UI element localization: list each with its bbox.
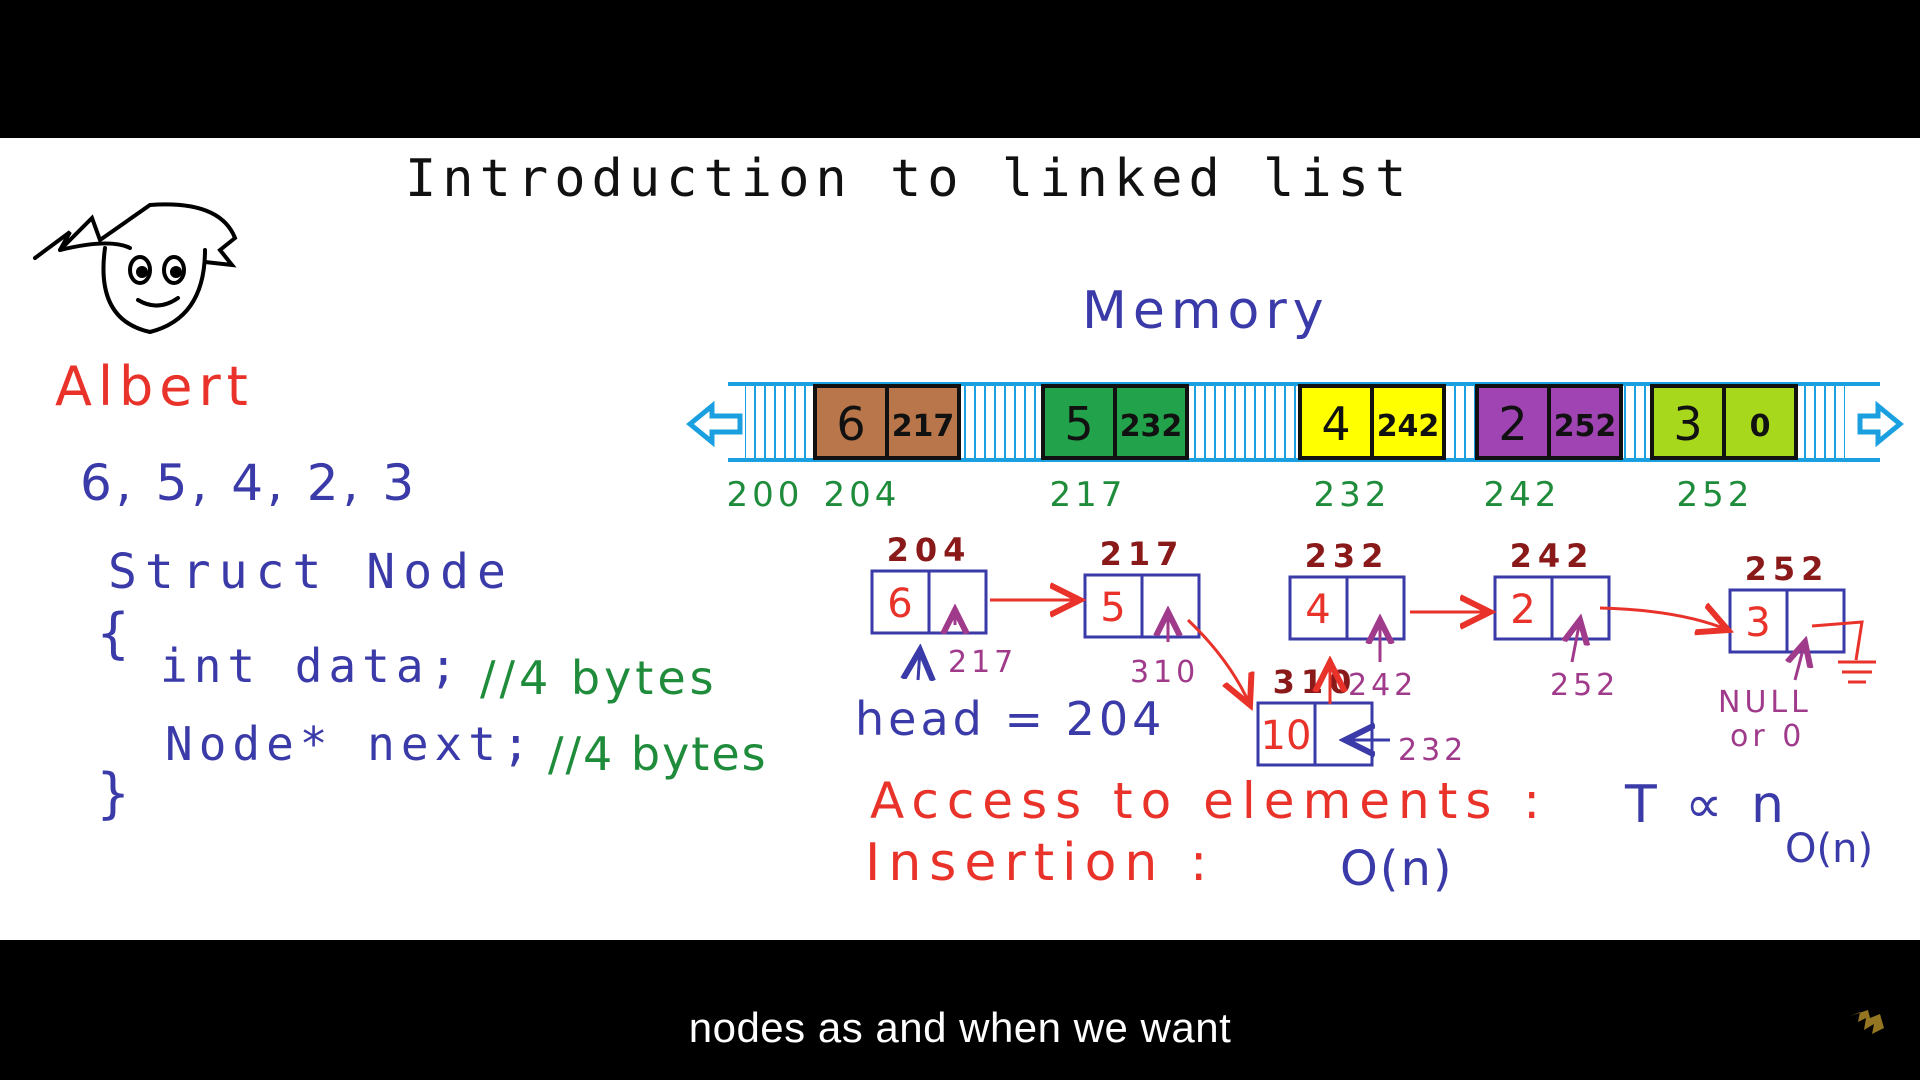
caption-text: nodes as and when we want	[678, 1000, 1242, 1056]
node-data: 4	[1305, 587, 1330, 633]
memory-block: 2 252	[1475, 384, 1623, 460]
memory-block-next: 0	[1750, 409, 1771, 444]
node-data: 6	[887, 581, 912, 627]
head-label: head = 204	[855, 692, 1165, 746]
memory-label: Memory	[1082, 281, 1329, 341]
node-data: 3	[1745, 600, 1770, 646]
memory-block-data: 3	[1673, 397, 1702, 451]
node-pointer-label: NULL	[1718, 685, 1812, 720]
caption: nodes as and when we want	[0, 1000, 1920, 1056]
memory-block-next: 232	[1120, 409, 1183, 444]
memory-block: 30	[1650, 384, 1798, 460]
memory-block-data: 4	[1321, 397, 1350, 451]
node-data: 5	[1100, 585, 1125, 631]
memory-address: 232	[1314, 475, 1391, 515]
data-comment: //4 bytes	[480, 651, 718, 705]
memory-block: 4 242	[1298, 384, 1446, 460]
teacher-name: Albert	[55, 355, 254, 418]
node-address: 252	[1745, 550, 1830, 588]
node-pointer-label: 252	[1550, 668, 1619, 703]
node-pointer-label: 310	[1130, 655, 1199, 690]
memory-address: 217	[1050, 475, 1127, 515]
video-frame: Introduction to linked list Albert 6, 5,…	[0, 138, 1920, 940]
memory-address: 204	[824, 475, 901, 515]
memory-block-next: 242	[1377, 409, 1440, 444]
node-address: 242	[1510, 537, 1595, 575]
node-pointer-label: or 0	[1730, 719, 1805, 754]
next-comment: //4 bytes	[548, 727, 768, 781]
memory-address: 252	[1677, 475, 1754, 515]
insertion-label: Insertion :	[865, 833, 1215, 893]
data-decl: int data;	[160, 639, 463, 693]
insertion-value: O(n)	[1340, 841, 1454, 897]
access-bigo: O(n)	[1785, 826, 1873, 872]
memory-block: 5 232	[1041, 384, 1189, 460]
open-brace: {	[96, 602, 130, 665]
memory-block: 6 217	[813, 384, 961, 460]
memory-block-data: 2	[1498, 397, 1527, 451]
list-values: 6, 5, 4, 2, 3	[80, 454, 418, 512]
node-data: 2	[1510, 587, 1535, 633]
struct-line: Struct Node	[108, 544, 514, 600]
node-address: 217	[1100, 535, 1185, 573]
node-address: 232	[1305, 537, 1390, 575]
access-label: Access to elements :	[870, 772, 1548, 830]
close-brace: }	[96, 762, 130, 825]
node-pointer-label: 217	[948, 645, 1017, 680]
memory-block-next: 252	[1554, 409, 1617, 444]
next-decl: Node* next;	[165, 717, 536, 771]
page-title: Introduction to linked list	[405, 149, 1412, 209]
memory-block-data: 5	[1064, 397, 1093, 451]
node-data: 10	[1261, 713, 1312, 759]
channel-logo-icon	[1850, 1010, 1884, 1034]
memory-address: 242	[1484, 475, 1561, 515]
node-address: 204	[887, 531, 972, 569]
memory-block-data: 6	[836, 397, 865, 451]
memory-address: 200	[727, 475, 804, 515]
node-pointer-label: 242	[1348, 668, 1417, 703]
node-pointer-label: 232	[1398, 733, 1467, 768]
access-value: T ∝ n	[1624, 775, 1790, 835]
node-address: 310	[1273, 663, 1358, 701]
memory-block-next: 217	[892, 409, 955, 444]
